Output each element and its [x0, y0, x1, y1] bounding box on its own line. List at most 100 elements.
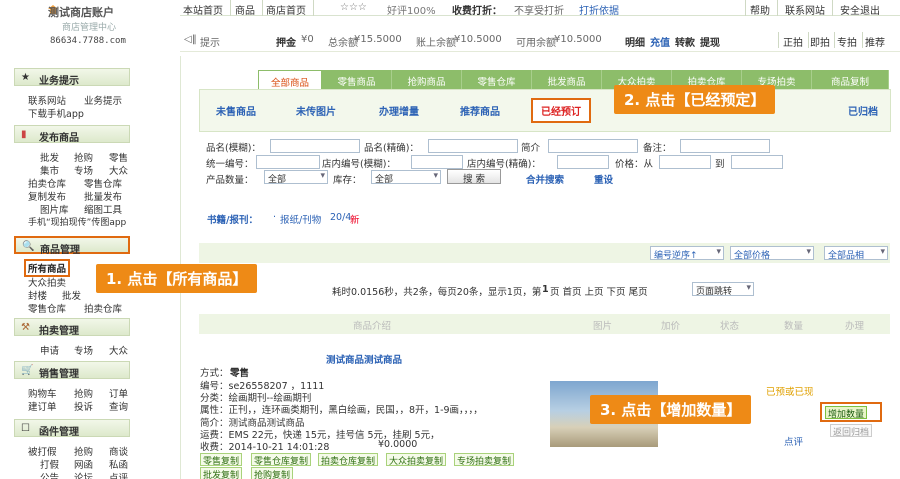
back-archive-button[interactable]: 返回归档: [830, 424, 873, 438]
nav-contact[interactable]: 联系网站: [785, 2, 825, 17]
copy-auction-warehouse-button[interactable]: 拍卖仓库复制: [318, 453, 379, 467]
wholesale[interactable]: 批发: [62, 288, 81, 302]
subtab-recommend[interactable]: 推荐商品: [460, 103, 500, 118]
nav-logout[interactable]: 安全退出: [840, 2, 880, 17]
category-path[interactable]: 报纸/刊物: [280, 212, 321, 226]
condition-filter-select[interactable]: 全部品相: [824, 246, 888, 261]
tab-all[interactable]: 全部商品: [258, 70, 322, 90]
section-sales[interactable]: 🛒 销售管理: [14, 361, 130, 380]
code-input[interactable]: [256, 155, 320, 169]
nav-shop-home[interactable]: 商店首页: [266, 2, 306, 17]
pager-links[interactable]: 页 首页 上页 下页 尾页: [550, 284, 648, 298]
transfer-link[interactable]: 转款: [675, 34, 695, 49]
orders[interactable]: 订单: [109, 386, 128, 400]
web-letter[interactable]: 网函: [74, 457, 93, 471]
copy-wholesale-button[interactable]: 批发复制: [200, 467, 243, 479]
qty-select[interactable]: 全部: [264, 170, 328, 185]
retail-store[interactable]: 零售仓库: [28, 301, 66, 315]
name-exact-input[interactable]: [428, 139, 518, 153]
hint-label[interactable]: 提示: [200, 34, 220, 49]
section-letters[interactable]: ☐ 函件管理: [14, 419, 130, 438]
publish-wholesale[interactable]: 批发: [40, 150, 59, 164]
shopping-cart[interactable]: 购物车: [28, 386, 57, 400]
nav-home[interactable]: 本站首页: [183, 2, 223, 17]
search-button[interactable]: 搜 索: [447, 169, 501, 185]
auction-store[interactable]: 拍卖仓库: [84, 301, 122, 315]
notice[interactable]: 公告: [40, 470, 59, 479]
negotiation[interactable]: 商谈: [109, 444, 128, 458]
note-input[interactable]: [680, 139, 770, 153]
product-title[interactable]: 测试商品测试商品: [326, 352, 402, 366]
complaint[interactable]: 投诉: [74, 399, 93, 413]
price-filter-select[interactable]: 全部价格: [730, 246, 814, 261]
publish-public[interactable]: 大众: [109, 163, 128, 177]
sidebar-app[interactable]: 下载手机app: [28, 106, 84, 120]
publish-special[interactable]: 专场: [74, 163, 93, 177]
store-exact-input[interactable]: [557, 155, 609, 169]
copy-retail-button[interactable]: 零售复制: [200, 453, 243, 467]
tab-goods-copy[interactable]: 商品复制: [812, 70, 889, 90]
price-to-input[interactable]: [731, 155, 783, 169]
copy-public-auction-button[interactable]: 大众拍卖复制: [386, 453, 447, 467]
create-order[interactable]: 建订单: [28, 399, 57, 413]
price-from-input[interactable]: [659, 155, 711, 169]
section-auction[interactable]: ⚒ 拍卖管理: [14, 318, 130, 337]
query[interactable]: 查询: [109, 399, 128, 413]
section-business-tips[interactable]: ★ 业务提示: [14, 68, 130, 87]
sealed[interactable]: 封楼: [28, 288, 47, 302]
public-auction[interactable]: 大众拍卖: [28, 275, 66, 289]
combined-search-link[interactable]: 合并搜索: [526, 172, 564, 186]
subtab-increase[interactable]: 办理增量: [379, 103, 419, 118]
recharge-link[interactable]: 充值: [650, 34, 670, 49]
private-letter[interactable]: 私函: [109, 457, 128, 471]
intro-input[interactable]: [548, 139, 638, 153]
nav-help[interactable]: 帮助: [750, 2, 770, 17]
name-fuzzy-input[interactable]: [270, 139, 360, 153]
discount-link[interactable]: 打折依据: [579, 2, 619, 17]
add-quantity-button[interactable]: 增加数量: [825, 406, 868, 420]
section-goods-management[interactable]: 🔍 商品管理: [14, 236, 130, 256]
tab-retail-warehouse[interactable]: 零售仓库: [462, 70, 532, 90]
reset-link[interactable]: 重设: [594, 172, 613, 186]
subtab-reserved[interactable]: 已经预订: [531, 98, 591, 123]
image-library[interactable]: 图片库: [40, 202, 69, 216]
tab-retail[interactable]: 零售商品: [322, 70, 392, 90]
store-fuzzy-input[interactable]: [411, 155, 463, 169]
batch-publish[interactable]: 批量发布: [84, 189, 122, 203]
mobile-upload-app[interactable]: 手机“现拍现传”传图app: [28, 215, 126, 228]
sort-select[interactable]: 编号逆序↑: [650, 246, 724, 261]
nav-goods[interactable]: 商品: [235, 2, 255, 17]
auction-apply[interactable]: 申请: [40, 343, 59, 357]
auction-instant[interactable]: 即拍: [810, 34, 830, 49]
letter-rush[interactable]: 抢购: [74, 444, 93, 458]
tab-rush[interactable]: 抢购商品: [392, 70, 462, 90]
section-publish[interactable]: ▮ 发布商品: [14, 125, 130, 144]
subtab-no-image[interactable]: 未传图片: [296, 103, 336, 118]
sidebar-contact[interactable]: 联系网站: [28, 93, 66, 107]
counterfeit[interactable]: 打假: [40, 457, 59, 471]
forum[interactable]: 论坛: [74, 470, 93, 479]
auction-special-link[interactable]: 专场: [74, 343, 93, 357]
counterfeit-reported[interactable]: 被打假: [28, 444, 57, 458]
publish-market[interactable]: 集市: [40, 163, 59, 177]
recommend[interactable]: 推荐: [865, 34, 885, 49]
retail-warehouse[interactable]: 零售仓库: [84, 176, 122, 190]
auction-normal[interactable]: 正拍: [783, 34, 803, 49]
stock-select[interactable]: 全部: [371, 170, 441, 185]
copy-publish[interactable]: 复制发布: [28, 189, 66, 203]
sidebar-tips[interactable]: 业务提示: [84, 93, 122, 107]
copy-rush-button[interactable]: 抢购复制: [251, 467, 294, 479]
auction-public-link[interactable]: 大众: [109, 343, 128, 357]
copy-retail-warehouse-button[interactable]: 零售仓库复制: [251, 453, 312, 467]
auction-special[interactable]: 专拍: [837, 34, 857, 49]
subtab-archived[interactable]: 已归档: [848, 103, 878, 118]
review-button[interactable]: 点评: [784, 434, 803, 448]
publish-retail[interactable]: 零售: [109, 150, 128, 164]
sales-rush[interactable]: 抢购: [74, 386, 93, 400]
subtab-unsold[interactable]: 未售商品: [216, 103, 256, 118]
publish-rush[interactable]: 抢购: [74, 150, 93, 164]
tab-wholesale[interactable]: 批发商品: [532, 70, 602, 90]
copy-special-auction-button[interactable]: 专场拍卖复制: [454, 453, 515, 467]
auction-warehouse[interactable]: 拍卖仓库: [28, 176, 66, 190]
detail-link[interactable]: 明细: [625, 34, 645, 49]
